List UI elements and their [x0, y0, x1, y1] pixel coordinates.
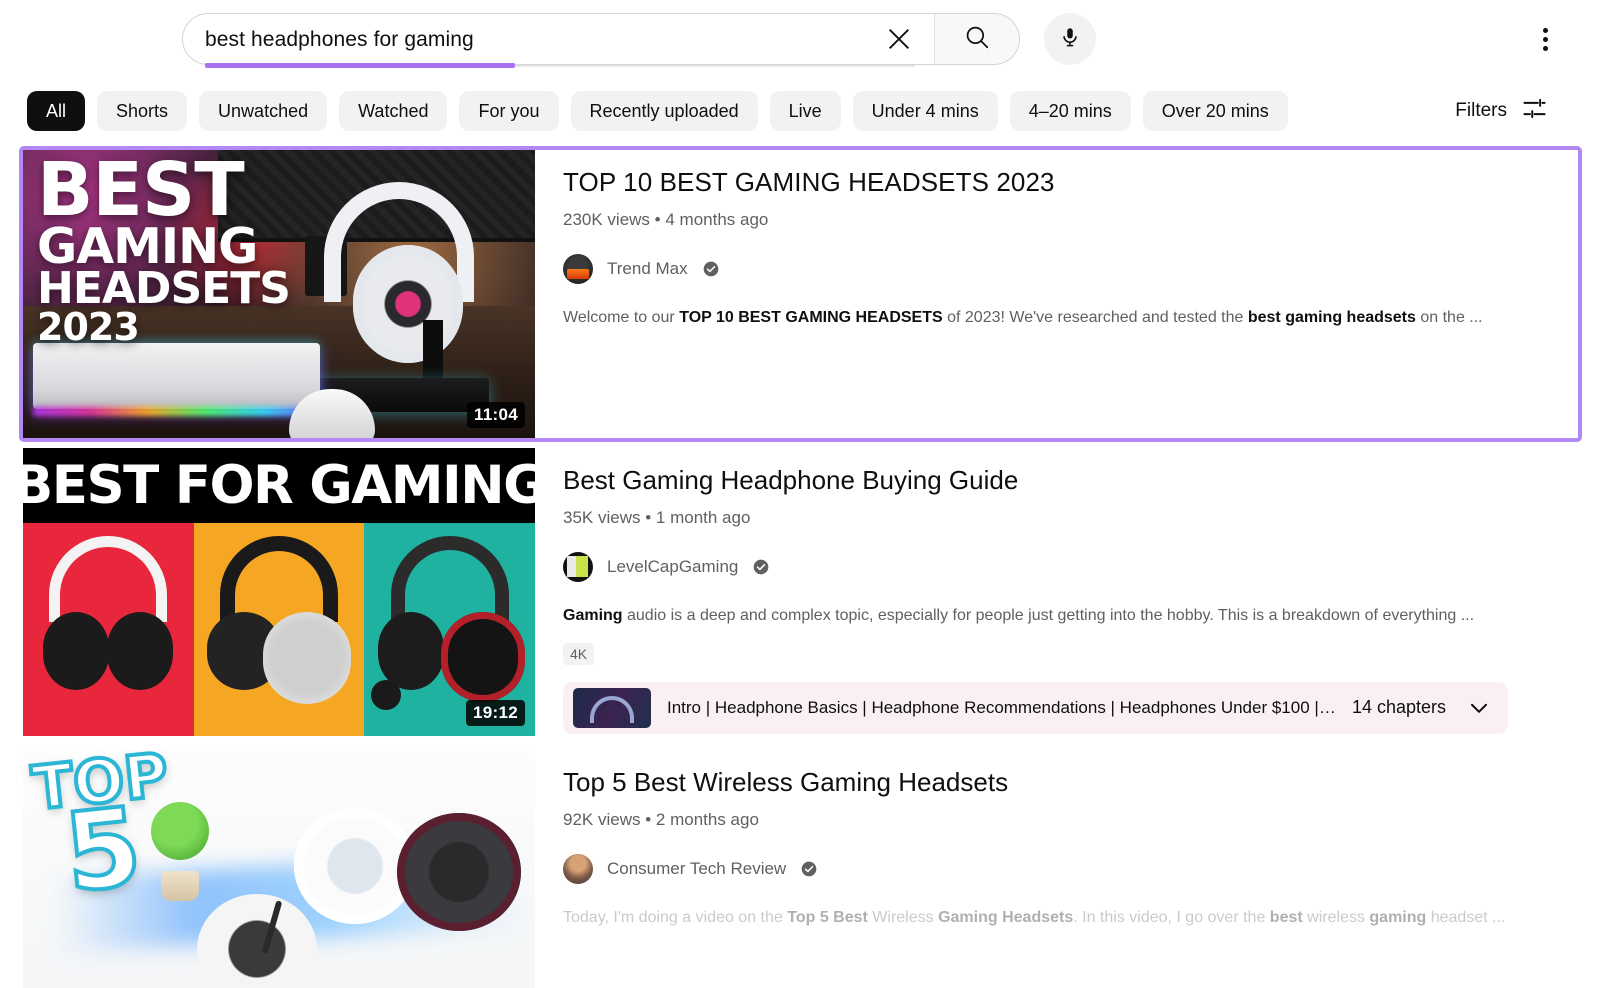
filter-chip-all[interactable]: All — [27, 91, 85, 131]
chapters-strip[interactable]: Intro | Headphone Basics | Headphone Rec… — [563, 682, 1508, 734]
video-title[interactable]: Top 5 Best Wireless Gaming Headsets — [563, 766, 1574, 799]
filter-chip-unwatched[interactable]: Unwatched — [199, 91, 327, 131]
avatar — [563, 854, 593, 884]
thumbnail-title-overlay: TOP 5 — [30, 751, 180, 902]
filter-chip-watched[interactable]: Watched — [339, 91, 447, 131]
video-thumbnail[interactable]: BEST GAMING HEADSETS 2023 11:04 — [23, 150, 535, 438]
video-duration-badge: 19:12 — [466, 700, 525, 726]
video-badges: 4K — [563, 643, 1574, 665]
search-results-list: BEST GAMING HEADSETS 2023 11:04 TOP 10 B… — [0, 146, 1600, 988]
filter-chip-over-20-mins[interactable]: Over 20 mins — [1143, 91, 1288, 131]
top-search-bar: best headphones for gaming — [0, 0, 1600, 78]
microphone-icon — [1059, 26, 1081, 53]
upload-age: 4 months ago — [665, 210, 768, 229]
view-count: 35K views — [563, 508, 640, 527]
video-metadata: TOP 10 BEST GAMING HEADSETS 2023 230K vi… — [535, 150, 1578, 438]
upload-age: 1 month ago — [656, 508, 751, 527]
video-thumbnail[interactable]: BEST FOR GAMING 19:12 — [23, 448, 535, 736]
video-description: Welcome to our TOP 10 BEST GAMING HEADSE… — [563, 306, 1552, 329]
chevron-down-icon[interactable] — [1466, 695, 1492, 721]
video-stats: 230K views • 4 months ago — [563, 210, 1552, 230]
chapter-count: 14 chapters — [1352, 697, 1446, 718]
search-result-item[interactable]: BEST GAMING HEADSETS 2023 11:04 TOP 10 B… — [19, 146, 1582, 442]
thumbnail-line-1: BEST — [37, 156, 354, 224]
thumbnail-artwork: BEST FOR GAMING — [23, 448, 535, 736]
verified-badge-icon — [703, 261, 719, 277]
search-focus-underline — [205, 63, 515, 68]
video-title[interactable]: TOP 10 BEST GAMING HEADSETS 2023 — [563, 166, 1552, 199]
filter-chip-recently-uploaded[interactable]: Recently uploaded — [571, 91, 758, 131]
filter-chip-bar: All Shorts Unwatched Watched For you Rec… — [0, 78, 1600, 144]
stats-separator: • — [645, 810, 651, 829]
stats-separator: • — [645, 508, 651, 527]
quality-badge-4k: 4K — [563, 643, 594, 665]
thumbnail-line-3: HEADSETS — [37, 269, 354, 309]
search-area: best headphones for gaming — [182, 13, 1096, 65]
video-thumbnail[interactable]: TOP 5 — [23, 750, 535, 988]
video-metadata: Top 5 Best Wireless Gaming Headsets 92K … — [535, 750, 1600, 988]
channel-name: Consumer Tech Review — [607, 859, 786, 879]
filter-chip-live[interactable]: Live — [770, 91, 841, 131]
avatar — [563, 254, 593, 284]
filter-chip-shorts[interactable]: Shorts — [97, 91, 187, 131]
voice-search-button[interactable] — [1044, 13, 1096, 65]
thumbnail-line-4: 2023 — [37, 310, 354, 345]
video-description: Today, I'm doing a video on the Top 5 Be… — [563, 906, 1574, 929]
tune-sliders-icon — [1521, 95, 1548, 127]
channel-link[interactable]: LevelCapGaming — [563, 552, 1574, 582]
search-query-text: best headphones for gaming — [205, 29, 474, 50]
channel-name: LevelCapGaming — [607, 557, 738, 577]
close-x-icon[interactable] — [882, 22, 916, 56]
view-count: 230K views — [563, 210, 650, 229]
stats-separator: • — [655, 210, 661, 229]
search-button[interactable] — [934, 13, 1020, 65]
more-vertical-icon[interactable] — [1528, 22, 1562, 56]
search-input[interactable]: best headphones for gaming — [182, 13, 934, 65]
filters-label: Filters — [1455, 100, 1507, 122]
search-result-item[interactable]: TOP 5 Top 5 Best Wireless Gaming Headset… — [0, 750, 1600, 988]
thumbnail-line-1: BEST FOR GAMING — [23, 455, 535, 516]
video-duration-badge: 11:04 — [467, 402, 525, 428]
thumbnail-line-2: 5 — [61, 800, 180, 900]
chapter-thumbnail — [573, 688, 651, 728]
video-stats: 35K views • 1 month ago — [563, 508, 1574, 528]
chapter-titles: Intro | Headphone Basics | Headphone Rec… — [667, 698, 1336, 718]
video-description: Gaming audio is a deep and complex topic… — [563, 604, 1574, 627]
verified-badge-icon — [801, 861, 817, 877]
view-count: 92K views — [563, 810, 640, 829]
channel-link[interactable]: Consumer Tech Review — [563, 854, 1574, 884]
thumbnail-artwork: TOP 5 — [23, 750, 535, 988]
video-title[interactable]: Best Gaming Headphone Buying Guide — [563, 464, 1574, 497]
search-result-item[interactable]: BEST FOR GAMING 19:12 Best Gaming Headph… — [0, 448, 1600, 736]
filters-button[interactable]: Filters — [1455, 95, 1548, 127]
video-stats: 92K views • 2 months ago — [563, 810, 1574, 830]
filter-chip-for-you[interactable]: For you — [459, 91, 558, 131]
upload-age: 2 months ago — [656, 810, 759, 829]
verified-badge-icon — [753, 559, 769, 575]
avatar — [563, 552, 593, 582]
channel-link[interactable]: Trend Max — [563, 254, 1552, 284]
video-metadata: Best Gaming Headphone Buying Guide 35K v… — [535, 448, 1600, 736]
search-icon — [964, 24, 990, 55]
thumbnail-title-overlay: BEST GAMING HEADSETS 2023 — [37, 156, 354, 345]
channel-name: Trend Max — [607, 259, 688, 279]
search-underline-track — [515, 65, 915, 67]
filter-chip-under-4-mins[interactable]: Under 4 mins — [853, 91, 998, 131]
filter-chip-4-20-mins[interactable]: 4–20 mins — [1010, 91, 1131, 131]
